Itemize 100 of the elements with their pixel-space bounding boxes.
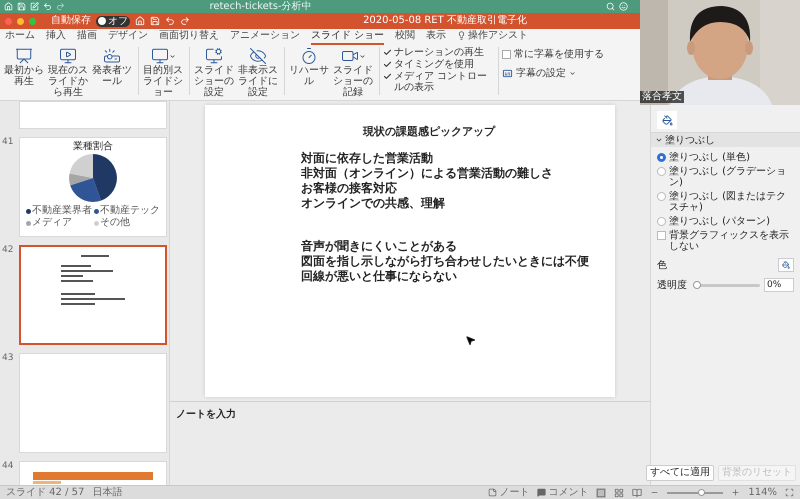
undo-icon[interactable] — [165, 16, 175, 26]
transparency-value[interactable]: 0% — [764, 278, 794, 292]
legend-label: 不動産テック — [100, 205, 160, 217]
fill-radio[interactable] — [657, 217, 666, 226]
slide-thumbnail[interactable] — [19, 245, 167, 345]
legend-label: その他 — [100, 217, 130, 229]
lightbulb-icon — [457, 31, 466, 40]
ribbon-tab[interactable]: 操作アシスト — [457, 29, 528, 45]
caption-settings-button[interactable]: 字幕の設定 — [502, 68, 604, 79]
ribbon-tab[interactable]: 表示 — [426, 29, 446, 45]
fill-radio[interactable] — [657, 192, 666, 201]
smiley-icon[interactable] — [619, 2, 628, 11]
ribbon-button[interactable]: 非表示スライドに設定 — [237, 47, 279, 98]
section-header[interactable]: 塗りつぶし — [651, 133, 800, 147]
document-title: 2020-05-08 RET 不動産取引電子化 — [363, 15, 527, 27]
language-label: 日本語 — [92, 486, 122, 498]
autosave-label: 自動保存 — [51, 15, 91, 27]
pie-chart-drawing — [68, 153, 118, 203]
slide-text-line: お客様の接客対応 — [301, 181, 398, 196]
ribbon-tab[interactable]: 画面切り替え — [159, 29, 219, 45]
ribbon-button[interactable]: 発表者ツール — [91, 47, 133, 87]
comment-icon — [537, 488, 546, 497]
save-icon[interactable] — [150, 16, 160, 26]
timer-icon — [300, 47, 318, 65]
monitor-play-icon — [59, 47, 77, 65]
caret-icon — [655, 136, 663, 144]
redo-icon[interactable] — [56, 2, 65, 11]
ribbon-tab[interactable]: 描画 — [77, 29, 97, 45]
ribbon-tab[interactable]: デザイン — [108, 29, 148, 45]
autosave-state: オフ — [108, 16, 128, 26]
slide-text-line: 非対面（オンライン）による営業活動の難しさ — [301, 166, 554, 181]
caption-checkbox[interactable] — [502, 50, 511, 59]
grid-view-icon[interactable] — [614, 488, 624, 498]
save-icon[interactable] — [17, 2, 26, 11]
comments-button[interactable]: コメント — [537, 486, 588, 498]
slide-text-line: 対面に依存した営業活動 — [301, 151, 434, 166]
slide-thumbnail[interactable]: 業種割合 不動産業界者 不動産テック メディア その他 — [19, 137, 167, 237]
ribbon-button[interactable]: 目的別スライドショー — [142, 47, 184, 98]
ribbon-button[interactable]: 現在のスライドから再生 — [47, 47, 89, 98]
slide-counter: スライド 42 / 57 — [6, 486, 84, 498]
hide-background-label: 背景グラフィックスを表示しない — [669, 230, 790, 252]
fill-option-label: 塗りつぶし (グラデーション) — [669, 166, 788, 188]
reading-view-icon[interactable] — [632, 488, 642, 498]
option-label: メディア コントロールの表示 — [394, 71, 488, 93]
paint-bucket-icon — [782, 261, 790, 269]
option-label: ナレーションの再生 — [394, 47, 484, 58]
fill-radio[interactable] — [657, 167, 666, 176]
normal-view-icon[interactable] — [596, 488, 606, 498]
fill-radio[interactable] — [657, 153, 666, 162]
autosave-toggle[interactable]: オフ — [96, 16, 130, 26]
ribbon-button[interactable]: リハーサル — [288, 47, 330, 87]
option-label: タイミングを使用 — [394, 59, 474, 70]
zoom-window-button[interactable] — [29, 18, 36, 24]
monitor-icon — [150, 47, 168, 65]
ribbon-tab[interactable]: アニメーション — [230, 29, 300, 45]
hide-background-checkbox[interactable] — [657, 231, 666, 240]
slide-text-line: オンラインでの共感、理解 — [301, 196, 446, 211]
fill-tab[interactable] — [657, 111, 677, 129]
color-label: 色 — [657, 260, 667, 270]
option-checkbox[interactable] — [383, 59, 392, 69]
slide-number: 42 — [2, 245, 14, 257]
search-icon[interactable] — [606, 2, 615, 11]
mouse-cursor-icon — [465, 335, 476, 346]
notes-button[interactable]: ノート — [488, 486, 530, 498]
slide-text-line: 音声が聞きにくいことがある — [301, 239, 458, 254]
ribbon-tab[interactable]: ホーム — [5, 29, 35, 45]
slide-text-line: 図面を指し示しながら打ち合わせしたいときには不便 — [301, 254, 590, 269]
fill-option-label: 塗りつぶし (単色) — [669, 152, 750, 163]
option-checkbox[interactable] — [383, 47, 392, 57]
slide-text-line: 回線が悪いと仕事にならない — [301, 269, 458, 284]
eye-off-icon — [249, 47, 267, 65]
slider-thumb[interactable] — [693, 280, 701, 288]
edit-icon[interactable] — [30, 2, 39, 11]
minimize-window-button[interactable] — [17, 18, 24, 24]
ribbon-tab[interactable]: 挿入 — [46, 29, 66, 45]
home-icon[interactable] — [135, 16, 145, 26]
projector-icon — [103, 47, 121, 65]
ribbon-button[interactable]: スライドショーの設定 — [193, 47, 235, 98]
legend-label: 不動産業界者 — [32, 205, 92, 217]
ribbon-button[interactable]: 最初から再生 — [3, 47, 45, 87]
fill-option-label: 塗りつぶし (パターン) — [669, 216, 770, 227]
thumbnail-title: 業種割合 — [73, 141, 113, 153]
zoom-slider-thumb[interactable] — [698, 488, 705, 496]
caret-icon — [168, 52, 176, 60]
monitor-gear-icon — [205, 47, 223, 65]
slide-number: 43 — [2, 353, 14, 365]
option-checkbox[interactable] — [383, 71, 392, 81]
home-icon[interactable] — [4, 2, 13, 11]
undo-icon[interactable] — [43, 2, 52, 11]
redo-icon[interactable] — [180, 16, 190, 26]
slide-number: 41 — [2, 137, 14, 149]
ribbon-tab[interactable]: 校閲 — [395, 29, 416, 45]
zoom-in-icon[interactable] — [731, 488, 740, 497]
caption-label: 常に字幕を使用する — [514, 49, 604, 60]
fit-to-window-icon[interactable] — [785, 488, 794, 497]
fill-option-label: 塗りつぶし (図またはテクスチャ) — [669, 191, 788, 213]
color-picker-button[interactable] — [778, 258, 794, 272]
caret-icon — [569, 70, 576, 77]
ribbon-button[interactable]: スライドショーの記録 — [332, 47, 374, 98]
participant-name: 落合孝文 — [640, 91, 684, 103]
